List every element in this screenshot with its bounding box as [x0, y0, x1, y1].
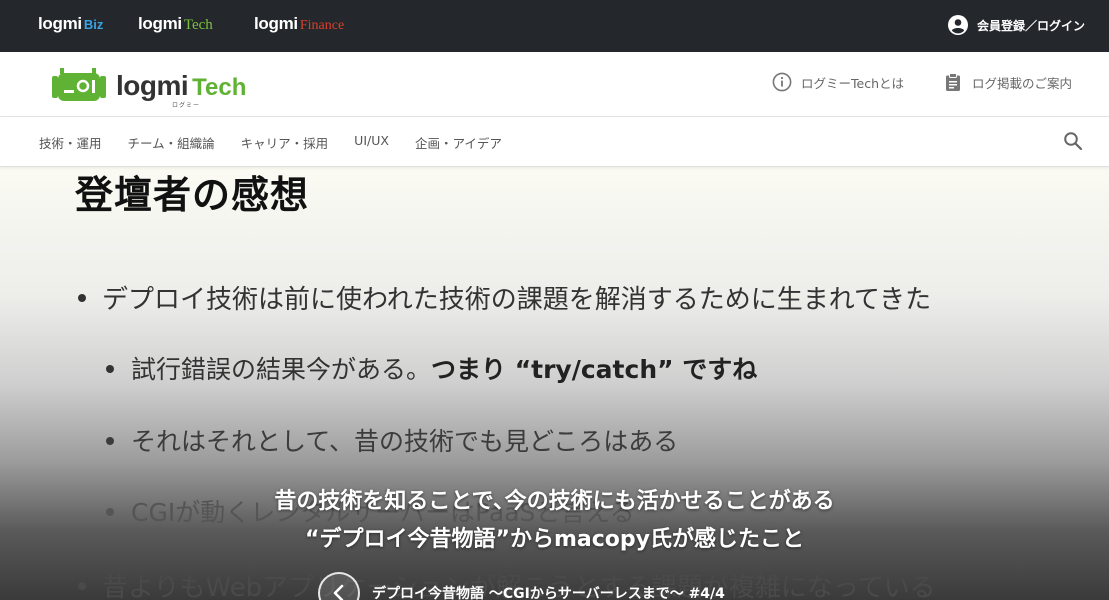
about-label: ログミーTechとは — [801, 75, 904, 91]
robot-mascot-icon — [52, 68, 106, 101]
search-button[interactable] — [1063, 131, 1083, 155]
login-label: 会員登録／ログイン — [976, 18, 1085, 33]
bullet-dot — [106, 437, 114, 445]
network-logo-name: logmi — [38, 14, 82, 33]
about-link[interactable]: ログミーTechとは — [772, 72, 904, 92]
network-logo-suffix: Biz — [83, 17, 104, 32]
category-tech-ops[interactable]: 技術・運用 — [39, 133, 102, 152]
network-logo-suffix: Tech — [183, 17, 213, 33]
bullet-emphasis: つまり “try/catch” ですね — [431, 355, 758, 384]
logmi-tech-link[interactable]: logmi Tech — [138, 14, 213, 38]
slide-bullet: 試行錯誤の結果今がある。つまり “try/catch” ですね — [106, 350, 758, 386]
bullet-text: 試行錯誤の結果今がある。 — [131, 355, 432, 384]
chevron-left-icon — [333, 584, 344, 600]
login-link[interactable]: 会員登録／ログイン — [947, 14, 1085, 36]
brand-wordmark: logmi Tech — [116, 70, 246, 102]
previous-article-button[interactable] — [318, 572, 360, 600]
network-logo-suffix: Finance — [299, 18, 345, 33]
search-icon — [1064, 132, 1083, 151]
category-ui-ux[interactable]: UI/UX — [354, 133, 389, 152]
bullet-text: それはそれとして、昔の技術でも見どころはある — [131, 427, 679, 456]
series-title[interactable]: デプロイ今昔物語 〜CGIからサーバーレスまで〜 #4/4 — [372, 583, 725, 600]
brand-suffix: Tech — [192, 74, 247, 101]
network-logo-name: logmi — [254, 14, 298, 33]
slide-bullet: デプロイ技術は前に使われた技術の課題を解消するために生まれてきた — [78, 279, 932, 316]
ad-info-label: ログ掲載のご案内 — [972, 75, 1073, 91]
bullet-text: デプロイ技術は前に使われた技術の課題を解消するために生まれてきた — [102, 285, 932, 315]
network-bar: logmi Biz logmi Tech logmi Finance 会員登録／… — [0, 0, 1109, 52]
slide-title: 登壇者の感想 — [75, 173, 310, 217]
category-planning-ideas[interactable]: 企画・アイデア — [415, 133, 502, 152]
logmi-biz-link[interactable]: logmi Biz — [38, 14, 103, 38]
category-team-org[interactable]: チーム・組織論 — [128, 133, 215, 152]
logmi-tech-logo[interactable]: logmi Tech ログミー — [50, 64, 270, 109]
category-nav: 技術・運用 チーム・組織論 キャリア・採用 UI/UX 企画・アイデア — [0, 117, 1109, 167]
info-icon — [772, 72, 792, 92]
network-logo-name: logmi — [138, 14, 182, 33]
account-icon — [947, 15, 968, 35]
logmi-finance-link[interactable]: logmi Finance — [254, 14, 344, 38]
ad-info-link[interactable]: ログ掲載のご案内 — [943, 72, 1072, 92]
clipboard-icon — [946, 73, 960, 91]
site-header: logmi Tech ログミー ログミーTechとは ログ掲載のご案内 — [0, 52, 1109, 117]
slide-bullet: それはそれとして、昔の技術でも見どころはある — [106, 422, 679, 458]
series-navigation: デプロイ今昔物語 〜CGIからサーバーレスまで〜 #4/4 — [318, 572, 725, 600]
article-headline-line2: “デプロイ今昔物語”からmacopy氏が感じたこと — [305, 527, 804, 552]
slide-image: 登壇者の感想 デプロイ技術は前に使われた技術の課題を解消するために生まれてきた … — [0, 167, 1109, 600]
brand-kana: ログミー — [172, 102, 201, 109]
article-headline-line1: 昔の技術を知ることで､今の技術にも活かせることがある — [274, 489, 835, 514]
brand-name: logmi — [116, 70, 189, 101]
category-career-hiring[interactable]: キャリア・採用 — [241, 133, 329, 152]
bullet-dot — [78, 582, 86, 590]
bullet-dot — [78, 294, 86, 302]
bullet-dot — [106, 365, 114, 373]
